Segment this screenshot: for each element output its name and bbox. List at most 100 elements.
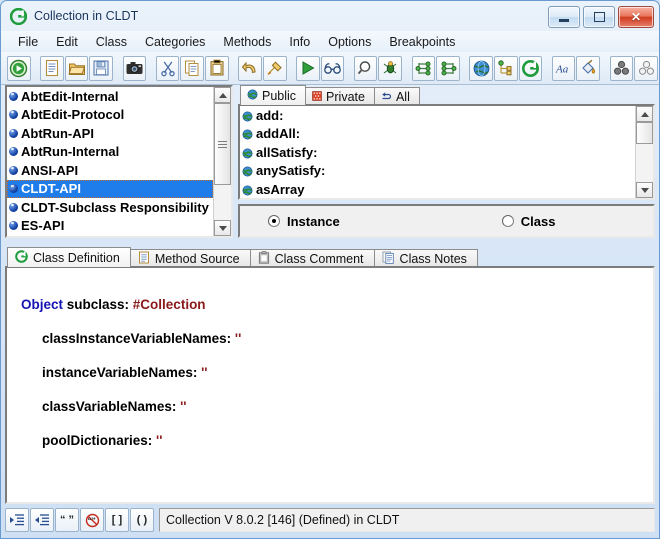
method-list[interactable]: add: addAll: allSatisfy: anySatisfy: <box>240 106 635 198</box>
documents-icon <box>382 251 395 267</box>
category-scrollbar[interactable] <box>213 87 231 236</box>
scroll-track[interactable] <box>214 103 231 220</box>
paint-bucket-icon[interactable] <box>576 56 600 81</box>
code-editor[interactable]: Object subclass: #Collection classInstan… <box>5 266 655 504</box>
run-icon[interactable] <box>7 56 31 81</box>
category-bullet-icon <box>9 129 18 138</box>
method-label: asArray <box>256 182 304 197</box>
scroll-track[interactable] <box>636 122 653 182</box>
tab-method-source[interactable]: Method Source <box>130 249 251 267</box>
tab-public-label: Public <box>262 89 296 103</box>
tab-private[interactable]: Private <box>305 87 375 105</box>
minimize-button[interactable] <box>548 6 580 28</box>
scroll-up-arrow-icon[interactable] <box>636 106 653 122</box>
category-list[interactable]: AbtEdit-Internal AbtEdit-Protocol AbtRun… <box>7 87 213 236</box>
tab-public[interactable]: Public <box>240 85 306 105</box>
parens-icon[interactable]: ( ) <box>130 508 154 532</box>
magnifier-icon[interactable] <box>354 56 378 81</box>
menu-bar: File Edit Class Categories Methods Info … <box>1 31 659 52</box>
cut-scissors-icon[interactable] <box>156 56 180 81</box>
code-content: Object subclass: #Collection classInstan… <box>7 268 653 483</box>
category-item-selected[interactable]: CLDT-API <box>7 180 213 199</box>
menu-breakpoints[interactable]: Breakpoints <box>380 34 464 50</box>
menu-categories[interactable]: Categories <box>136 34 214 50</box>
quote-icon[interactable]: “ ” <box>55 508 79 532</box>
tab-all[interactable]: All <box>374 87 420 105</box>
method-item[interactable]: add: <box>240 106 635 125</box>
group-light-icon[interactable] <box>634 56 658 81</box>
indent-left-icon[interactable] <box>30 508 54 532</box>
brackets-icon[interactable]: [ ] <box>105 508 129 532</box>
refresh-g-icon[interactable] <box>519 56 543 81</box>
public-method-icon <box>242 110 253 121</box>
menu-file[interactable]: File <box>9 34 47 50</box>
category-item[interactable]: AbtRun-Internal <box>7 143 213 162</box>
tree-icon[interactable] <box>494 56 518 81</box>
hierarchy-icon[interactable] <box>412 56 436 81</box>
menu-class[interactable]: Class <box>87 34 136 50</box>
window-title: Collection in CLDT <box>34 9 138 23</box>
status-bar: “ ” “” [ ] ( ) Collection V 8.0.2 [146] … <box>5 508 655 532</box>
radio-class[interactable]: Class <box>502 214 556 229</box>
category-label: CLDT-API <box>21 181 81 196</box>
font-aa-icon[interactable]: Aa <box>552 56 576 81</box>
code-line: classInstanceVariableNames: '' <box>21 330 653 347</box>
redo-arrow-icon[interactable] <box>263 56 287 81</box>
paste-clipboard-icon[interactable] <box>205 56 229 81</box>
scroll-down-arrow-icon[interactable] <box>636 182 653 198</box>
debug-bug-icon[interactable] <box>378 56 402 81</box>
category-item[interactable]: AbtEdit-Protocol <box>7 106 213 125</box>
method-label: anySatisfy: <box>256 163 325 178</box>
method-item[interactable]: anySatisfy: <box>240 162 635 181</box>
category-item[interactable]: AbtRun-API <box>7 124 213 143</box>
category-item[interactable]: CLDT-Subclass Responsibility <box>7 198 213 217</box>
globe-icon[interactable] <box>469 56 493 81</box>
method-item[interactable]: allSatisfy: <box>240 143 635 162</box>
menu-info[interactable]: Info <box>280 34 319 50</box>
play-green-icon[interactable] <box>296 56 320 81</box>
category-list-panel: AbtEdit-Internal AbtEdit-Protocol AbtRun… <box>5 85 233 238</box>
category-label: AbtEdit-Protocol <box>21 107 124 122</box>
scope-radio-group: Instance Class <box>238 204 655 238</box>
copy-icon[interactable] <box>180 56 204 81</box>
method-scrollbar[interactable] <box>635 106 653 198</box>
spectacles-icon[interactable] <box>321 56 345 81</box>
scroll-grip-icon <box>218 139 227 150</box>
undo-arrow-icon[interactable] <box>238 56 262 81</box>
category-item[interactable]: ES-Internal <box>7 235 213 236</box>
scroll-up-arrow-icon[interactable] <box>214 87 231 103</box>
code-text: subclass: <box>63 297 133 312</box>
tab-class-notes-label: Class Notes <box>400 252 467 266</box>
group-dark-icon[interactable] <box>610 56 634 81</box>
scroll-thumb[interactable] <box>214 103 231 185</box>
tab-class-definition[interactable]: Class Definition <box>7 247 131 267</box>
maximize-button[interactable] <box>583 6 615 28</box>
menu-edit[interactable]: Edit <box>47 34 87 50</box>
maximize-icon <box>594 12 605 22</box>
tab-class-comment[interactable]: Class Comment <box>250 249 375 267</box>
clipboard-icon <box>258 251 270 267</box>
references-icon[interactable] <box>436 56 460 81</box>
scroll-thumb[interactable] <box>636 122 653 144</box>
tab-class-notes[interactable]: Class Notes <box>374 249 478 267</box>
category-item[interactable]: AbtEdit-Internal <box>7 87 213 106</box>
scroll-down-arrow-icon[interactable] <box>214 220 231 236</box>
open-folder-icon[interactable] <box>65 56 89 81</box>
menu-options[interactable]: Options <box>319 34 380 50</box>
method-item[interactable]: addAll: <box>240 125 635 144</box>
camera-icon[interactable] <box>123 56 147 81</box>
radio-instance[interactable]: Instance <box>268 214 340 229</box>
category-bullet-icon <box>9 221 18 230</box>
category-item[interactable]: ANSI-API <box>7 161 213 180</box>
code-line: poolDictionaries: '' <box>21 432 653 449</box>
close-button[interactable]: ✕ <box>618 6 654 28</box>
new-file-icon[interactable] <box>40 56 64 81</box>
method-item[interactable]: asArray <box>240 180 635 198</box>
method-label: add: <box>256 108 283 123</box>
uncomment-icon[interactable]: “” <box>80 508 104 532</box>
indent-right-icon[interactable] <box>5 508 29 532</box>
save-disk-icon[interactable] <box>89 56 113 81</box>
close-icon: ✕ <box>631 11 641 23</box>
category-item[interactable]: ES-API <box>7 217 213 236</box>
menu-methods[interactable]: Methods <box>214 34 280 50</box>
